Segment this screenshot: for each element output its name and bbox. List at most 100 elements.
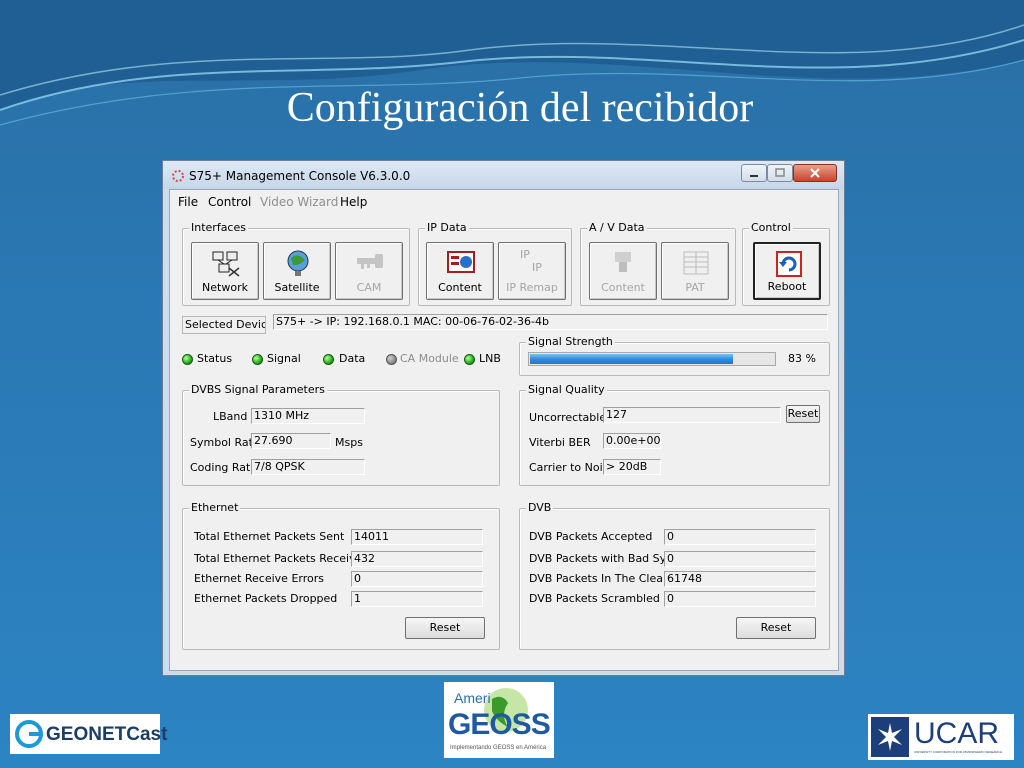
dvb-row-label: DVB Packets In The Clear: [529, 572, 668, 585]
star-icon: [878, 723, 902, 751]
dvb-row-label: DVB Packets Accepted: [529, 530, 653, 543]
menu-bar: File Control Video Wizard Help: [170, 192, 838, 210]
eth-row-label: Ethernet Receive Errors: [194, 572, 324, 585]
menu-video-wizard[interactable]: Video Wizard: [260, 195, 338, 209]
minimize-button[interactable]: [741, 164, 767, 182]
dvbs-params-group: DVBS Signal Parameters LBand 1310 MHz Sy…: [182, 383, 500, 486]
close-button[interactable]: [793, 164, 837, 182]
window-titlebar[interactable]: S75+ Management Console V6.3.0.0: [163, 161, 844, 189]
eth-row-label: Ethernet Packets Dropped: [194, 592, 338, 605]
pat-button[interactable]: PAT: [661, 242, 729, 300]
cam-button[interactable]: CAM: [335, 242, 403, 300]
ethernet-title: Ethernet: [189, 501, 241, 514]
coding-rate-field: 7/8 QPSK: [251, 459, 365, 475]
content-av-icon: [615, 252, 631, 272]
signal-strength-label: Signal Strength: [526, 335, 615, 348]
network-button[interactable]: Network: [191, 242, 259, 300]
ca-module-led-label: CA Module: [400, 352, 459, 365]
dvb-row-value: 0: [664, 551, 816, 567]
ip-remap-label: IP Remap: [506, 281, 558, 294]
dvb-group: DVB DVB Packets Accepted 0 DVB Packets w…: [519, 501, 830, 650]
satellite-label: Satellite: [274, 281, 320, 294]
eth-row-label: Total Ethernet Packets Sent: [194, 530, 345, 543]
signal-led: [252, 354, 263, 365]
satellite-icon: [287, 250, 309, 276]
signal-quality-group: Signal Quality Uncorrectables 127 Reset …: [519, 383, 830, 486]
interfaces-group: Interfaces Network Satellite CAM: [182, 221, 410, 306]
signal-strength-bar: [528, 352, 776, 366]
satellite-button[interactable]: Satellite: [263, 242, 331, 300]
eth-row-value: 432: [351, 551, 483, 567]
network-label: Network: [202, 281, 248, 294]
ethernet-group: Ethernet Total Ethernet Packets Sent 140…: [182, 501, 500, 650]
ucar-logo: UCAR UNIVERSITY CORPORATION FOR ATMOSPHE…: [868, 714, 1014, 760]
coding-rate-label: Coding Rate: [190, 461, 258, 474]
dvb-row-label: DVB Packets with Bad Sync: [529, 552, 680, 565]
ip-data-group-label: IP Data: [425, 221, 469, 234]
dvb-row-value: 61748: [664, 571, 816, 587]
menu-help[interactable]: Help: [340, 195, 367, 209]
content-ip-button[interactable]: Content: [426, 242, 494, 300]
ca-module-led: [386, 354, 397, 365]
ucar-mark: [871, 717, 909, 757]
selected-device-value: S75+ -> IP: 192.168.0.1 MAC: 00-06-76-02…: [273, 314, 828, 330]
content-av-button[interactable]: Content: [589, 242, 657, 300]
amerigeoss-sub-text: Implementando GEOSS en América: [450, 745, 547, 751]
status-led: [182, 354, 193, 365]
ip-data-group: IP Data Content IP IP IP Remap: [418, 221, 572, 306]
ip-remap-icon-bottom: IP: [532, 261, 542, 274]
slide-title: Configuración del recibidor: [286, 85, 754, 131]
data-led: [323, 354, 334, 365]
content-ip-label: Content: [438, 281, 482, 294]
viterbi-ber-label: Viterbi BER: [529, 436, 591, 449]
ucar-sub-text: UNIVERSITY CORPORATION FOR ATMOSPHERIC R…: [914, 750, 1003, 754]
geonetcast-logo: GEONETCast: [10, 714, 167, 754]
amerigeoss-logo: Ameri GEOSS Implementando GEOSS en Améri…: [444, 682, 554, 758]
geonetcast-mark-icon: [15, 720, 43, 748]
dvbs-params-title: DVBS Signal Parameters: [189, 383, 327, 396]
amerigeoss-main-text: GEOSS: [448, 708, 551, 741]
dvb-row-label: DVB Packets Scrambled: [529, 592, 660, 605]
signal-quality-reset-button[interactable]: Reset: [786, 405, 820, 423]
dvb-row-value: 0: [664, 529, 816, 545]
menu-file[interactable]: File: [178, 195, 198, 209]
control-group: Control Reboot: [742, 221, 830, 306]
ethernet-reset-button[interactable]: Reset: [405, 617, 485, 639]
eth-row-value: 14011: [351, 529, 483, 545]
geonetcast-logo-text: GEONETCast: [46, 724, 168, 745]
reboot-button[interactable]: Reboot: [753, 242, 821, 300]
menu-control[interactable]: Control: [208, 195, 251, 209]
dvb-row-value: 0: [664, 591, 816, 607]
eth-row-label: Total Ethernet Packets Received: [194, 552, 370, 565]
client-area: File Control Video Wizard Help Interface…: [169, 189, 839, 671]
symbol-rate-field: 27.690: [251, 433, 331, 449]
ip-remap-button[interactable]: IP IP IP Remap: [498, 242, 566, 300]
pat-label: PAT: [685, 281, 705, 294]
symbol-rate-unit: Msps: [335, 436, 363, 449]
lnb-led-label: LNB: [479, 352, 501, 365]
close-icon: [810, 168, 820, 178]
minimize-icon: [750, 175, 758, 177]
dvb-title: DVB: [526, 501, 554, 514]
maximize-icon: [775, 168, 785, 177]
lband-field: 1310 MHz: [251, 408, 365, 424]
uncorrectables-label: Uncorrectables: [529, 411, 612, 424]
dvb-reset-button[interactable]: Reset: [736, 617, 816, 639]
av-data-group-label: A / V Data: [587, 221, 647, 234]
signal-strength-percent: 83 %: [788, 352, 816, 365]
window-title: S75+ Management Console V6.3.0.0: [189, 169, 411, 183]
maximize-button[interactable]: [767, 164, 793, 182]
lnb-led: [464, 354, 475, 365]
signal-strength-fill: [530, 354, 733, 364]
interfaces-group-label: Interfaces: [189, 221, 248, 234]
cam-label: CAM: [356, 281, 382, 294]
data-led-label: Data: [339, 352, 366, 365]
selected-device-label: Selected Device: [182, 316, 266, 334]
amerigeoss-top-text: Ameri: [454, 690, 491, 706]
app-icon: [172, 170, 184, 182]
uncorrectables-field: 127: [603, 407, 781, 423]
reboot-icon: [776, 251, 802, 277]
signal-strength-group: Signal Strength 83 %: [519, 335, 830, 376]
ip-remap-icon-top: IP: [520, 248, 530, 261]
reboot-label: Reboot: [767, 280, 807, 293]
